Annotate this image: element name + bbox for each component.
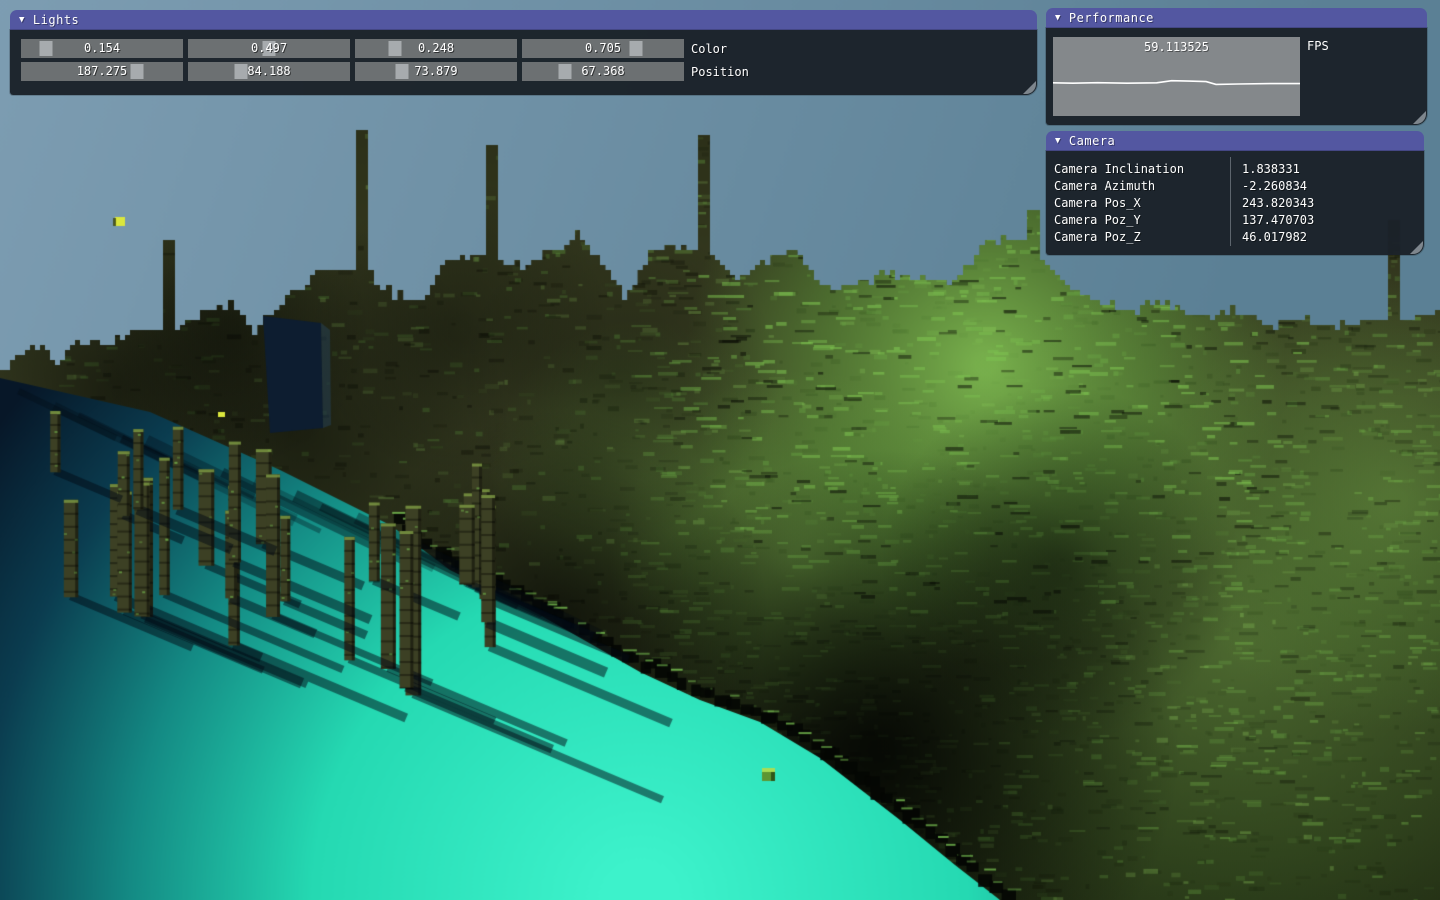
camera-row-inclination[interactable]: Camera Inclination 1.838331 bbox=[1046, 160, 1424, 177]
collapse-triangle-icon[interactable]: ▼ bbox=[1055, 14, 1061, 23]
resize-grip[interactable] bbox=[1413, 111, 1426, 124]
performance-titlebar[interactable]: ▼ Performance bbox=[1046, 8, 1427, 28]
lights-panel-title: Lights bbox=[33, 13, 79, 27]
performance-panel: ▼ Performance 59.113525 FPS bbox=[1046, 8, 1427, 125]
slider-value: 187.275 bbox=[21, 62, 183, 81]
lights-panel-body: 0.154 0.497 0.248 0.705 Color 187.275 bbox=[10, 30, 1037, 95]
position-row-label: Position bbox=[691, 65, 749, 79]
slider-value: 84.188 bbox=[188, 62, 350, 81]
light-color-row: 0.154 0.497 0.248 0.705 Color bbox=[21, 39, 1037, 58]
fps-graph-line bbox=[1053, 81, 1300, 85]
slider-position-w[interactable]: 67.368 bbox=[522, 62, 684, 81]
slider-position-y[interactable]: 84.188 bbox=[188, 62, 350, 81]
camera-row-label: Camera Poz_Y bbox=[1054, 213, 1230, 227]
camera-row-value: -2.260834 bbox=[1230, 179, 1307, 193]
slider-value: 67.368 bbox=[522, 62, 684, 81]
light-position-row: 187.275 84.188 73.879 67.368 Position bbox=[21, 62, 1037, 81]
slider-value: 73.879 bbox=[355, 62, 517, 81]
camera-row-value: 243.820343 bbox=[1230, 196, 1314, 210]
camera-row-poz-z[interactable]: Camera Poz_Z 46.017982 bbox=[1046, 228, 1424, 245]
camera-row-label: Camera Pos_X bbox=[1054, 196, 1230, 210]
performance-panel-title: Performance bbox=[1069, 11, 1154, 25]
camera-row-value: 1.838331 bbox=[1230, 162, 1300, 176]
camera-row-poz-y[interactable]: Camera Poz_Y 137.470703 bbox=[1046, 211, 1424, 228]
fps-graph: 59.113525 bbox=[1053, 37, 1300, 116]
slider-position-z[interactable]: 73.879 bbox=[355, 62, 517, 81]
color-row-label: Color bbox=[691, 42, 727, 56]
slider-color-a[interactable]: 0.705 bbox=[522, 39, 684, 58]
slider-value: 0.248 bbox=[355, 39, 517, 58]
performance-panel-body: 59.113525 FPS bbox=[1046, 28, 1427, 125]
camera-row-value: 137.470703 bbox=[1230, 213, 1314, 227]
camera-panel-body: Camera Inclination 1.838331 Camera Azimu… bbox=[1046, 151, 1424, 255]
slider-color-r[interactable]: 0.154 bbox=[21, 39, 183, 58]
slider-color-b[interactable]: 0.248 bbox=[355, 39, 517, 58]
camera-row-value: 46.017982 bbox=[1230, 230, 1307, 244]
camera-panel: ▼ Camera Camera Inclination 1.838331 Cam… bbox=[1046, 131, 1424, 255]
camera-row-label: Camera Azimuth bbox=[1054, 179, 1230, 193]
slider-color-g[interactable]: 0.497 bbox=[188, 39, 350, 58]
fps-value: 59.113525 bbox=[1053, 40, 1300, 54]
fps-label: FPS bbox=[1307, 39, 1329, 53]
slider-value: 0.154 bbox=[21, 39, 183, 58]
camera-titlebar[interactable]: ▼ Camera bbox=[1046, 131, 1424, 151]
camera-row-pos-x[interactable]: Camera Pos_X 243.820343 bbox=[1046, 194, 1424, 211]
camera-row-azimuth[interactable]: Camera Azimuth -2.260834 bbox=[1046, 177, 1424, 194]
camera-separator bbox=[1230, 157, 1231, 246]
slider-value: 0.705 bbox=[522, 39, 684, 58]
lights-titlebar[interactable]: ▼ Lights bbox=[10, 10, 1037, 30]
camera-row-label: Camera Inclination bbox=[1054, 162, 1230, 176]
lights-panel: ▼ Lights 0.154 0.497 0.248 0.705 Color bbox=[10, 10, 1037, 95]
slider-value: 0.497 bbox=[188, 39, 350, 58]
camera-row-label: Camera Poz_Z bbox=[1054, 230, 1230, 244]
collapse-triangle-icon[interactable]: ▼ bbox=[1055, 137, 1061, 146]
slider-position-x[interactable]: 187.275 bbox=[21, 62, 183, 81]
camera-panel-title: Camera bbox=[1069, 134, 1115, 148]
collapse-triangle-icon[interactable]: ▼ bbox=[19, 16, 25, 25]
resize-grip[interactable] bbox=[1023, 81, 1036, 94]
